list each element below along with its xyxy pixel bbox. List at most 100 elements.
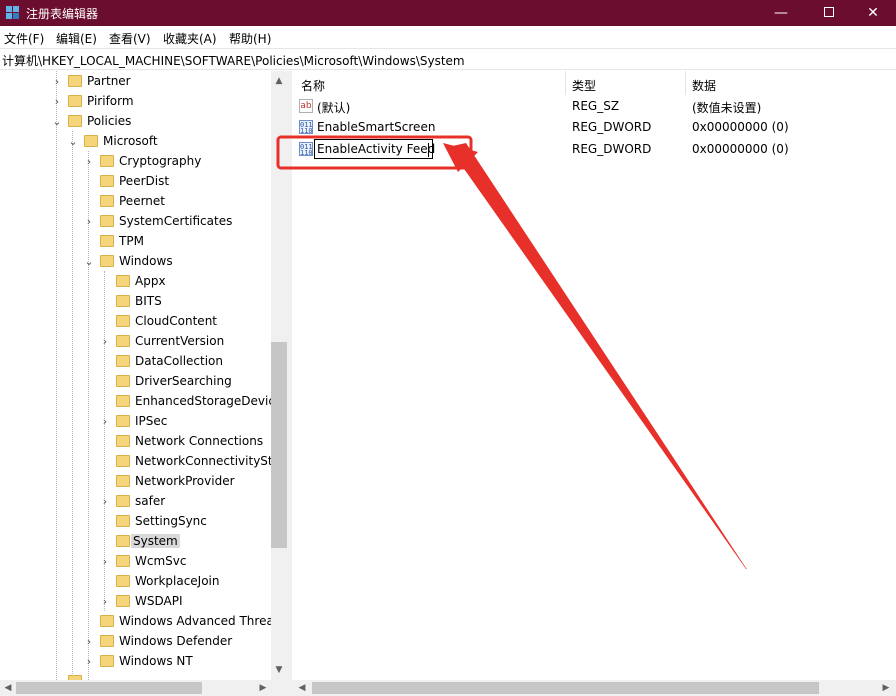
folder-icon (84, 135, 98, 147)
chevron-right-icon[interactable]: › (100, 555, 110, 569)
tree-item-label: Windows NT (119, 654, 193, 668)
tree-item-bits[interactable]: BITS (0, 292, 271, 312)
close-button[interactable]: ✕ (850, 0, 896, 26)
tree-item-network-connections[interactable]: Network Connections (0, 432, 271, 452)
value-row-enablesmartscreen[interactable]: 011 110 EnableSmartScreen REG_DWORD 0x00… (292, 117, 896, 138)
folder-icon (116, 375, 130, 387)
chevron-down-icon[interactable]: ⌄ (84, 255, 94, 269)
tree-horizontal-thumb[interactable] (16, 682, 202, 694)
tree-item-systemcertificates[interactable]: › SystemCertificates (0, 212, 271, 232)
tree-item-enhancedstoragedevices[interactable]: EnhancedStorageDevic (0, 392, 275, 412)
chevron-down-icon[interactable]: ⌄ (68, 135, 78, 149)
scroll-up-icon[interactable]: ▲ (271, 73, 287, 89)
scroll-left-icon[interactable]: ◀ (294, 680, 310, 696)
maximize-button[interactable] (806, 0, 852, 26)
string-value-icon: ab (299, 99, 313, 113)
folder-icon (68, 75, 82, 87)
folder-icon (100, 175, 114, 187)
tree-item-label: Windows (119, 254, 173, 268)
rename-input[interactable]: EnableActivity Feed (314, 139, 436, 159)
tree-item-wsdapi[interactable]: › WSDAPI (0, 592, 271, 612)
tree-item-currentversion[interactable]: › CurrentVersion (0, 332, 271, 352)
list-horizontal-thumb[interactable] (312, 682, 819, 694)
menu-edit[interactable]: 编辑(E) (56, 30, 97, 47)
tree-item-tpm[interactable]: TPM (0, 232, 271, 252)
tree-item-microsoft[interactable]: ⌄ Microsoft (0, 132, 271, 152)
folder-icon (116, 555, 130, 567)
tree-item-windows-advanced-threat[interactable]: Windows Advanced Threa (0, 612, 274, 632)
column-header-name[interactable]: 名称 (301, 77, 325, 94)
tree-item-system[interactable]: System (0, 532, 271, 552)
tree-item-label: Windows Advanced Threa (119, 614, 274, 628)
tree-item-label: CurrentVersion (135, 334, 225, 348)
tree-item-appx[interactable]: Appx (0, 272, 271, 292)
tree-item-cloudcontent[interactable]: CloudContent (0, 312, 271, 332)
menu-favorites[interactable]: 收藏夹(A) (163, 30, 217, 47)
tree-item-settingsync[interactable]: SettingSync (0, 512, 271, 532)
text-caret (428, 143, 429, 157)
menu-view[interactable]: 查看(V) (109, 30, 151, 47)
column-separator[interactable] (565, 71, 566, 95)
scroll-right-icon[interactable]: ▶ (255, 680, 271, 696)
minimize-button[interactable]: — (758, 0, 804, 26)
menu-help[interactable]: 帮助(H) (229, 30, 271, 47)
tree-item-partner[interactable]: › Partner (0, 72, 271, 92)
chevron-right-icon[interactable]: › (84, 655, 94, 669)
chevron-right-icon[interactable]: › (52, 75, 62, 89)
scroll-right-icon[interactable]: ▶ (878, 680, 894, 696)
rename-input-text: EnableActivity Feed (317, 142, 436, 156)
tree-item-policies[interactable]: ⌄ Policies (0, 112, 271, 132)
address-bar[interactable]: 计算机\HKEY_LOCAL_MACHINE\SOFTWARE\Policies… (0, 48, 896, 70)
tree-item-workplacejoin[interactable]: WorkplaceJoin (0, 572, 271, 592)
chevron-right-icon[interactable]: › (84, 155, 94, 169)
tree-item-driversearching[interactable]: DriverSearching (0, 372, 271, 392)
tree-item-datacollection[interactable]: DataCollection (0, 352, 271, 372)
value-row-enableactivityfeed[interactable]: 011 110 EnableActivity Feed REG_DWORD 0x… (292, 139, 896, 160)
column-header-data[interactable]: 数据 (692, 77, 716, 94)
value-data: 0x00000000 (0) (692, 120, 789, 134)
chevron-right-icon[interactable]: › (100, 595, 110, 609)
value-type: REG_DWORD (572, 120, 652, 134)
folder-icon (116, 595, 130, 607)
tree-item-networkprovider[interactable]: NetworkProvider (0, 472, 271, 492)
window-title: 注册表编辑器 (26, 7, 99, 21)
value-list[interactable]: 名称 类型 数据 ab (默认) REG_SZ (数值未设置) 011 110 … (292, 71, 896, 680)
chevron-right-icon[interactable]: › (100, 415, 110, 429)
folder-icon (116, 415, 130, 427)
menu-file[interactable]: 文件(F) (4, 30, 44, 47)
tree-scroll-thumb[interactable] (271, 342, 287, 548)
title-bar[interactable]: 注册表编辑器 — ✕ (0, 0, 896, 26)
tree-item-safer[interactable]: › safer (0, 492, 271, 512)
tree-item-peerdist[interactable]: PeerDist (0, 172, 271, 192)
tree-item-networkconnectivitystatus[interactable]: NetworkConnectivitySta (0, 452, 280, 472)
value-row-default[interactable]: ab (默认) REG_SZ (数值未设置) (292, 96, 896, 117)
tree-item-wcmsvc[interactable]: › WcmSvc (0, 552, 271, 572)
tree-item-peernet[interactable]: Peernet (0, 192, 271, 212)
column-header-type[interactable]: 类型 (572, 77, 596, 94)
chevron-right-icon[interactable]: › (84, 635, 94, 649)
scroll-left-icon[interactable]: ◀ (0, 680, 16, 696)
chevron-down-icon[interactable]: ⌄ (52, 115, 62, 129)
tree-item-windows-nt[interactable]: › Windows NT (0, 652, 271, 672)
chevron-right-icon[interactable]: › (84, 215, 94, 229)
tree-item-piriform[interactable]: › Piriform (0, 92, 271, 112)
chevron-right-icon[interactable]: › (52, 95, 62, 109)
tree-item-cryptography[interactable]: › Cryptography (0, 152, 271, 172)
scroll-down-icon[interactable]: ▼ (271, 662, 287, 678)
chevron-right-icon[interactable]: › (100, 335, 110, 349)
value-name: (默认) (317, 101, 351, 115)
column-separator[interactable] (685, 71, 686, 95)
value-type: REG_SZ (572, 99, 620, 113)
tree-item-label: DataCollection (135, 354, 224, 368)
tree-item-label: PeerDist (119, 174, 170, 188)
key-tree[interactable]: › Partner › Piriform ⌄ Policies ⌄ Micros… (0, 71, 287, 680)
tree-item-partial[interactable] (0, 672, 271, 680)
dword-value-icon: 011 110 (299, 120, 313, 135)
tree-item-ipsec[interactable]: › IPSec (0, 412, 271, 432)
tree-item-windows-defender[interactable]: › Windows Defender (0, 632, 271, 652)
tree-item-windows[interactable]: ⌄ Windows (0, 252, 271, 272)
folder-icon (116, 315, 130, 327)
folder-icon (100, 615, 114, 627)
chevron-right-icon[interactable]: › (100, 495, 110, 509)
folder-icon (100, 235, 114, 247)
